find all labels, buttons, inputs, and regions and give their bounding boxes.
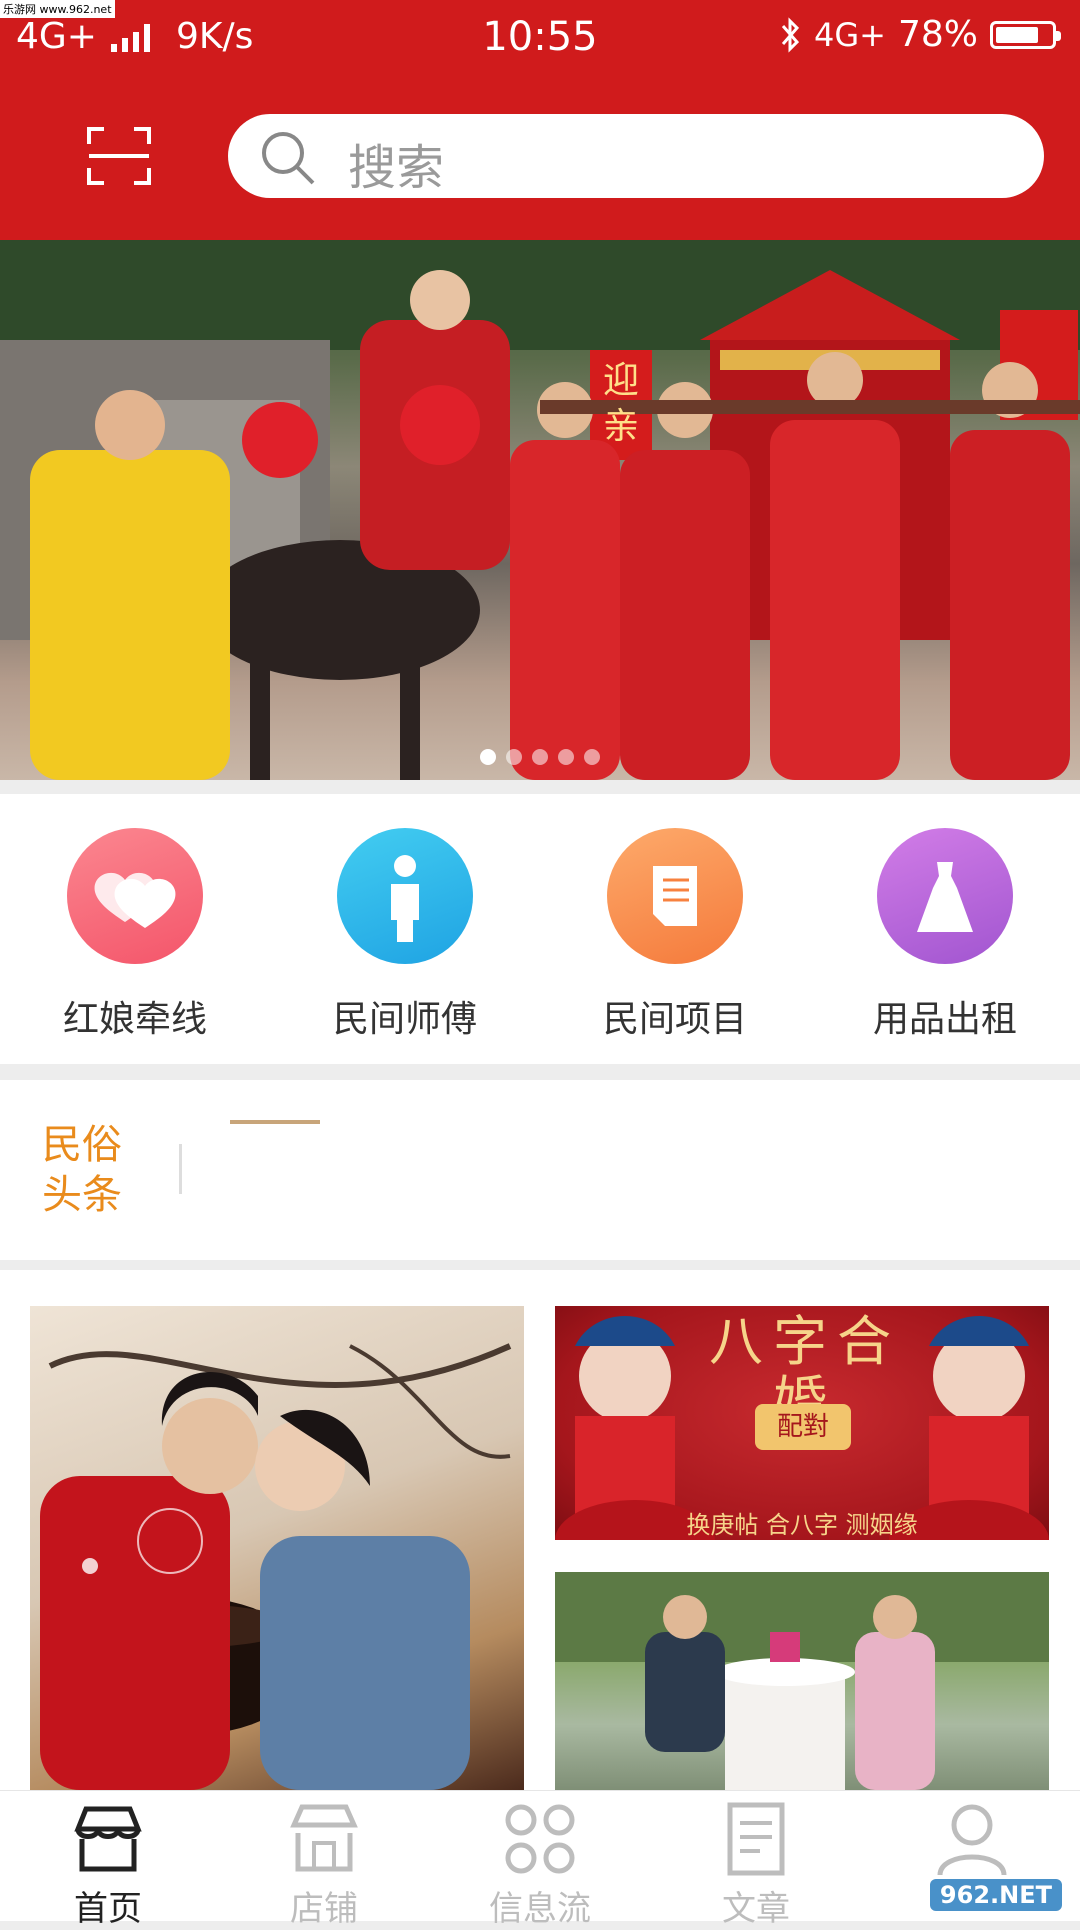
app-header: 4G+ 9K/s 10:55 4G+ 78% 搜索 [0, 0, 1080, 240]
promo-image [40, 1343, 512, 1790]
category-label: 民间项目 [602, 999, 747, 1040]
promo-card-couple[interactable] [30, 1306, 524, 1790]
banner-carousel[interactable]: 迎亲 [0, 240, 1080, 780]
status-bar: 4G+ 9K/s 10:55 4G+ 78% [0, 0, 1080, 78]
network-indicator-right: 4G+ [814, 15, 886, 54]
document-icon [607, 828, 743, 964]
carousel-dot[interactable] [480, 749, 496, 765]
bluetooth-icon [781, 16, 800, 53]
tab-label: 店铺 [290, 1889, 358, 1929]
category-project[interactable]: 民间项目 [540, 828, 810, 1042]
category-row: 红娘牵线 民间师傅 民间项目 用品出租 [0, 794, 1080, 1064]
carousel-dot[interactable] [558, 749, 574, 765]
promo-card-date[interactable] [555, 1572, 1049, 1790]
tab-label: 文章 [722, 1889, 790, 1929]
dress-icon [877, 828, 1013, 964]
tab-label: 首页 [74, 1889, 142, 1929]
promo-badge: 配對 [755, 1404, 851, 1450]
hearts-icon [67, 828, 203, 964]
watermark-logo: 962.NET [929, 1879, 1062, 1911]
headline-divider [179, 1144, 182, 1194]
battery-icon [990, 20, 1061, 49]
carousel-dot[interactable] [584, 749, 600, 765]
user-icon [937, 1804, 1007, 1876]
promo-image [555, 1572, 1049, 1790]
headline-tag-line2: 头条 [42, 1172, 122, 1218]
grid-icon [505, 1804, 575, 1874]
person-icon [337, 828, 473, 964]
scan-icon [87, 127, 151, 185]
headline-tag-line1: 民俗 [42, 1122, 122, 1168]
carousel-dot[interactable] [532, 749, 548, 765]
banner-image [0, 240, 1080, 780]
battery-percent: 78% [897, 14, 978, 55]
tab-article[interactable]: 文章 [648, 1799, 864, 1930]
scan-button[interactable] [86, 126, 152, 186]
headline-tag: 民俗 头条 [42, 1120, 122, 1220]
category-matchmaker[interactable]: 红娘牵线 [0, 828, 270, 1042]
shop-icon [290, 1804, 358, 1872]
tab-profile[interactable] [864, 1799, 1080, 1881]
category-label: 民间师傅 [332, 999, 477, 1040]
category-label: 红娘牵线 [62, 999, 207, 1040]
category-rental[interactable]: 用品出租 [810, 828, 1080, 1042]
promo-card-bazi[interactable]: 八字合婚 配對 换庚帖 合八字 测姻缘 [555, 1306, 1049, 1540]
banner-sign-text: 迎亲 [602, 360, 639, 447]
tab-home[interactable]: 首页 [0, 1799, 216, 1930]
store-icon [74, 1806, 142, 1872]
promo-subtitle: 换庚帖 合八字 测姻缘 [686, 1511, 918, 1539]
category-label: 用品出租 [872, 999, 1017, 1040]
article-icon [727, 1802, 785, 1876]
search-placeholder: 搜索 [348, 140, 445, 196]
tab-label: 信息流 [489, 1889, 591, 1929]
headline-strip[interactable]: 民俗 头条 [0, 1080, 1080, 1260]
search-icon [262, 132, 315, 185]
tab-shop[interactable]: 店铺 [216, 1799, 432, 1930]
battery-fill [996, 26, 1039, 43]
headline-ticker[interactable] [230, 1120, 320, 1124]
search-bar[interactable]: 搜索 [228, 114, 1044, 198]
category-master[interactable]: 民间师傅 [270, 828, 540, 1042]
watermark-text: 乐游网 www.962.net [0, 0, 115, 18]
tab-feed[interactable]: 信息流 [432, 1799, 648, 1930]
promo-grid: 八字合婚 配對 换庚帖 合八字 测姻缘 [0, 1270, 1080, 1790]
carousel-indicator [0, 749, 1080, 765]
carousel-dot[interactable] [506, 749, 522, 765]
bottom-tab-bar: 首页 店铺 信息流 文章 962.NET [0, 1790, 1080, 1929]
